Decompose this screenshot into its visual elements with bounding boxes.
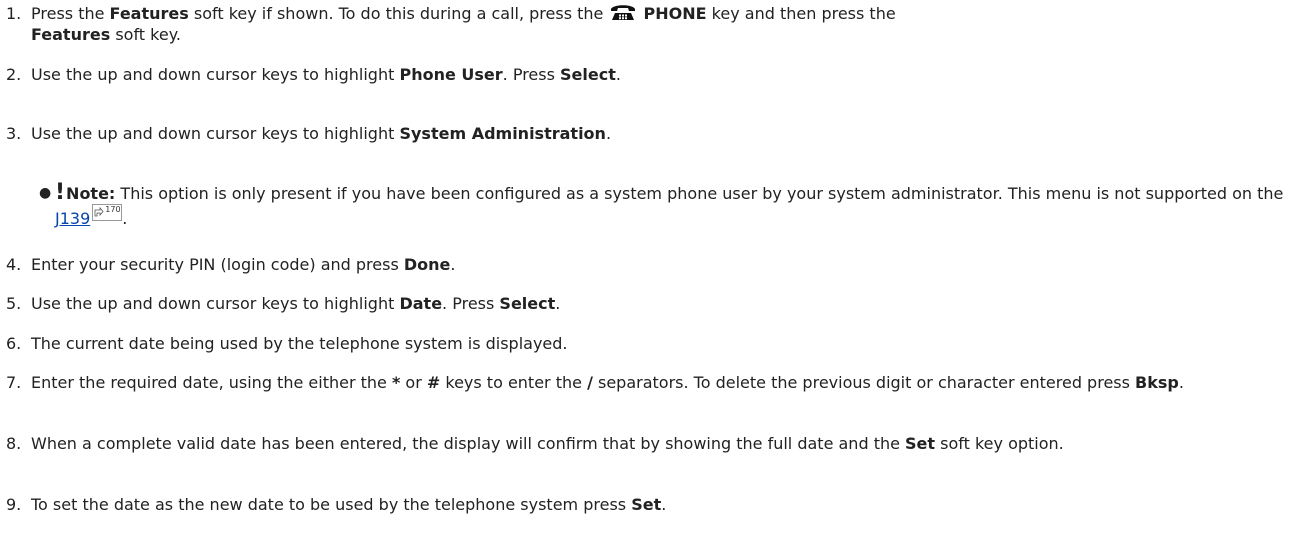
step-text: Use the up and down cursor keys to highl… [31,294,561,313]
step-text: Use the up and down cursor keys to highl… [31,124,612,143]
step-text: Enter your security PIN (login code) and… [31,255,456,274]
step-text: Enter the required date, using the eithe… [31,373,1184,392]
step-number: 2. [6,65,22,84]
j139-link[interactable]: J139 [55,209,90,228]
step-text: To set the date as the new date to be us… [31,495,667,514]
step-text: Use the up and down cursor keys to highl… [31,65,621,84]
note-label: Note: [66,184,116,203]
page-reference-number: 170 [105,205,121,214]
page-reference-icon[interactable]: 170 [92,204,123,221]
step-number: 6. [6,334,22,353]
step-number: 3. [6,124,22,143]
step-text: Press the Features soft key if shown. To… [31,3,896,44]
warning-icon: ! [55,180,66,205]
step-number: 8. [6,434,22,453]
step-number: 1. [6,4,22,23]
note-text: !Note: This option is only present if yo… [55,180,1284,229]
step-text: The current date being used by the telep… [31,334,568,353]
step-number: 7. [6,373,22,392]
bullet: ● [39,185,52,201]
step-number: 4. [6,255,22,274]
step-text: When a complete valid date has been ente… [31,434,1064,453]
instruction-steps: 1. Press the Features soft key if shown.… [0,0,1298,541]
step-number: 9. [6,495,22,514]
step-number: 5. [6,294,22,313]
phone-icon [610,3,636,21]
